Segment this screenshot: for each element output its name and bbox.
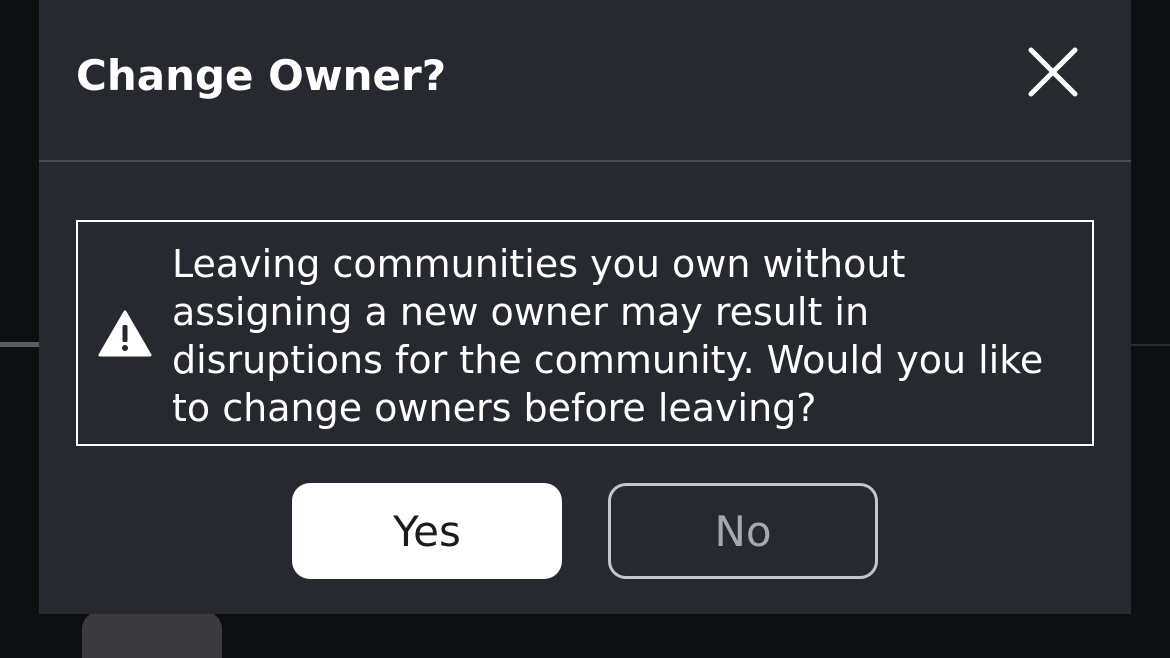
change-owner-dialog: Change Owner? Leaving communities you ow… xyxy=(39,0,1131,614)
close-button[interactable] xyxy=(1023,42,1083,102)
close-icon xyxy=(1028,47,1078,97)
warning-message-box: Leaving communities you own without assi… xyxy=(76,220,1094,446)
warning-triangle-icon xyxy=(98,310,152,357)
no-button[interactable]: No xyxy=(608,483,878,579)
warning-text: Leaving communities you own without assi… xyxy=(172,242,1044,430)
dialog-title: Change Owner? xyxy=(76,51,447,100)
dialog-header: Change Owner? xyxy=(39,0,1131,162)
background-divider xyxy=(0,342,40,347)
background-divider xyxy=(1130,344,1170,346)
yes-button[interactable]: Yes xyxy=(292,483,562,579)
